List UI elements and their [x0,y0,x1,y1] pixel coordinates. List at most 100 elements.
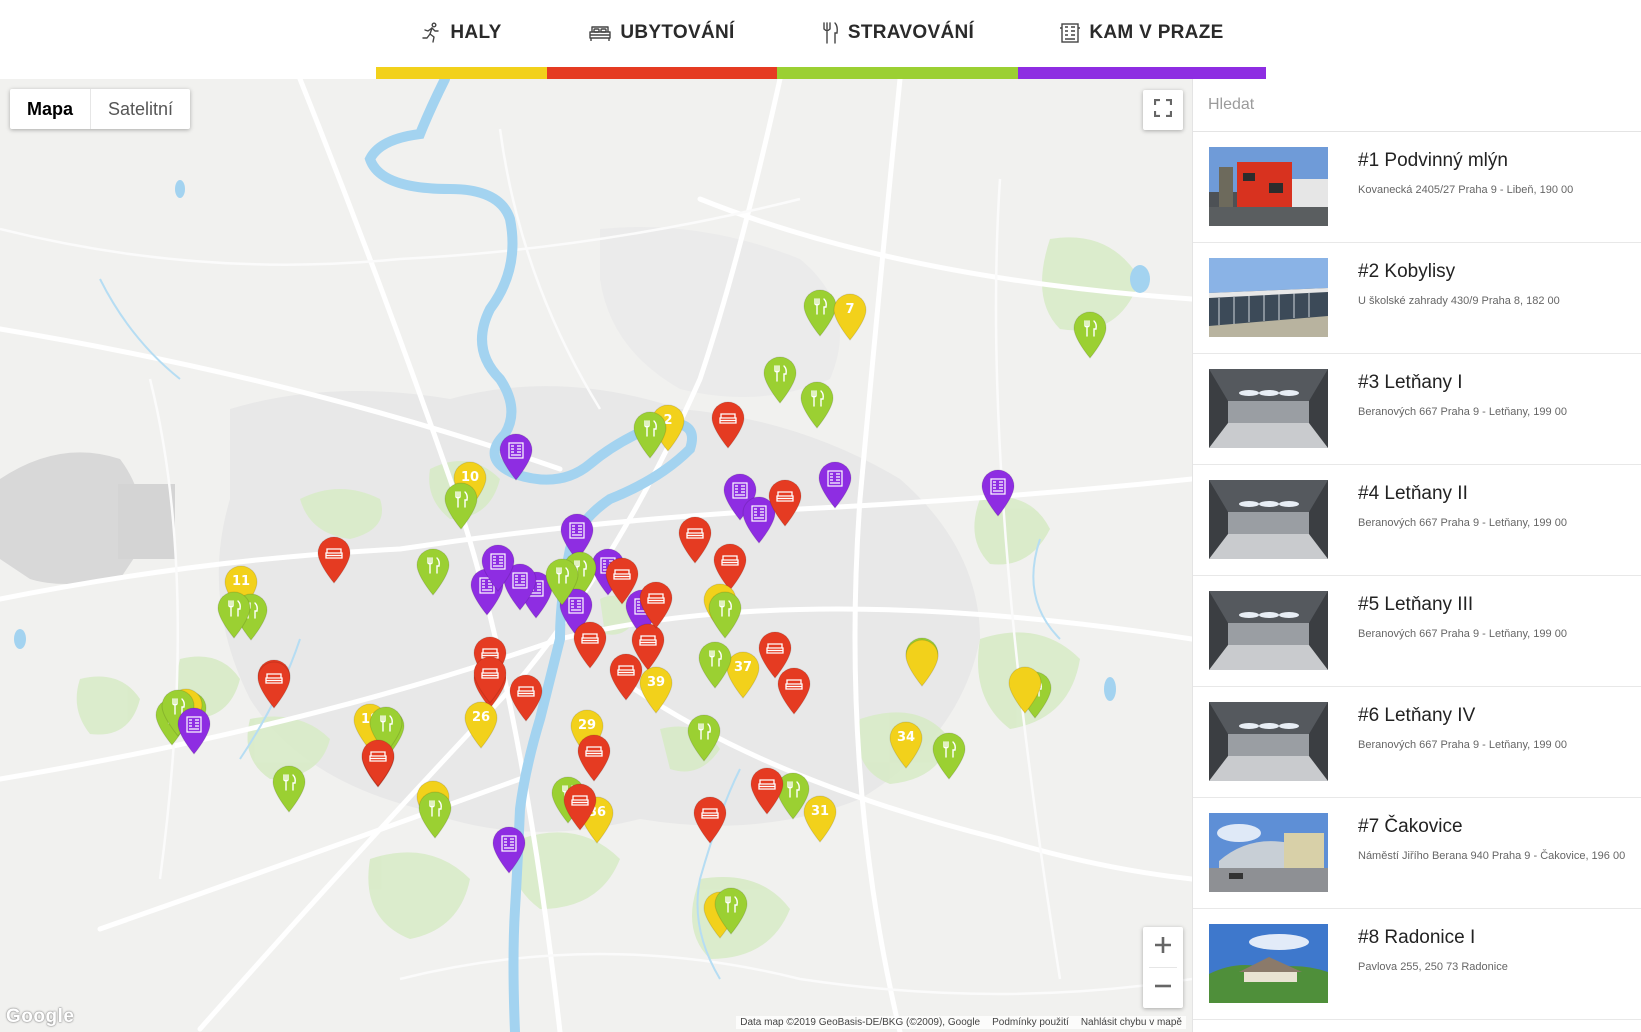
kam-v-praze-pin[interactable] [491,826,527,874]
stravovani-pin[interactable] [931,732,967,780]
bed-icon [589,24,612,42]
ubytovani-pin[interactable] [604,557,640,605]
stravovani-pin[interactable] [799,381,835,429]
hala-pin[interactable]: 7 [832,293,868,341]
hala-pin[interactable]: 26 [463,701,499,749]
minus-icon [1154,977,1172,1000]
tab-kam-label: KAM V PRAZE [1089,22,1224,43]
ubytovani-pin[interactable] [508,674,544,722]
hala-pin[interactable]: 31 [802,795,838,843]
venue-title: #1 Podvinný mlýn [1358,150,1508,171]
map-type-satelitni[interactable]: Satelitní [91,89,190,129]
hala-pin[interactable]: 39 [638,666,674,714]
ubytovani-pin[interactable] [776,667,812,715]
venue-item[interactable]: #6 Letňany IV Beranových 667 Praha 9 - L… [1193,687,1641,798]
venue-title: #2 Kobylisy [1358,261,1456,282]
venue-address: Kovanecká 2405/27 Praha 9 - Libeň, 190 0… [1358,184,1574,196]
stravovani-pin[interactable] [216,591,252,639]
search-input[interactable] [1193,84,1610,126]
venue-item[interactable]: #5 Letňany III Beranových 667 Praha 9 - … [1193,576,1641,687]
fullscreen-icon [1153,98,1173,122]
stravovani-pin[interactable] [762,356,798,404]
ubytovani-pin[interactable] [562,783,598,831]
map[interactable]: 72101139376261829343631 Mapa Satelitní G… [0,79,1192,1032]
venue-address: Beranových 667 Praha 9 - Letňany, 199 00 [1358,739,1567,751]
stravovani-pin[interactable] [632,411,668,459]
ubytovani-pin[interactable] [316,536,352,584]
hala-pin[interactable]: 34 [888,721,924,769]
venue-list: #1 Podvinný mlýn Kovanecká 2405/27 Praha… [1193,132,1641,1020]
zoom-in-button[interactable] [1143,927,1183,967]
tab-kam-v-praze[interactable]: KAM V PRAZE [1018,0,1266,79]
ubytovani-pin[interactable] [360,739,396,787]
stravovani-pin[interactable] [415,548,451,596]
report-error-link[interactable]: Nahlásit chybu v mapě [1081,1017,1182,1028]
ubytovani-pin[interactable] [710,401,746,449]
venue-title: #7 Čakovice [1358,816,1463,837]
zoom-out-button[interactable] [1143,968,1183,1008]
stravovani-pin[interactable] [713,887,749,935]
kam-v-praze-pin[interactable] [480,544,516,592]
fullscreen-button[interactable] [1143,90,1183,130]
fork-knife-icon [821,22,839,44]
category-tabs: HALY UBYTOVÁNÍ STRAVOVÁNÍ KAM V PRAZE [376,0,1266,79]
pin-number: 31 [810,804,830,819]
kam-v-praze-pin[interactable] [980,469,1016,517]
pin-number: 34 [896,730,916,745]
venue-thumbnail [1209,369,1328,448]
kam-v-praze-pin[interactable] [176,707,212,755]
google-logo[interactable]: Google [6,1006,74,1028]
stravovani-pin[interactable] [686,714,722,762]
venue-title: #5 Letňany III [1358,594,1474,615]
ubytovani-pin[interactable] [767,479,803,527]
ubytovani-pin[interactable] [572,621,608,669]
map-type-mapa[interactable]: Mapa [10,89,90,129]
venue-title: #6 Letňany IV [1358,705,1476,726]
venue-thumbnail [1209,702,1328,781]
kam-v-praze-pin[interactable] [498,433,534,481]
stravovani-pin[interactable] [697,641,733,689]
building-icon [1060,22,1081,44]
stravovani-pin[interactable] [1072,311,1108,359]
venue-thumbnail [1209,258,1328,337]
map-type-control: Mapa Satelitní [10,89,191,129]
map-attribution: Data map ©2019 GeoBasis-DE/BKG (©2009), … [736,1016,1186,1029]
tab-haly[interactable]: HALY [376,0,547,79]
tab-stravovani[interactable]: STRAVOVÁNÍ [777,0,1018,79]
pin-number: 7 [845,302,855,317]
venue-item[interactable]: #8 Radonice I Pavlova 255, 250 73 Radoni… [1193,909,1641,1020]
hala-pin[interactable] [1007,666,1043,714]
pin-number: 29 [577,718,597,733]
stravovani-pin[interactable] [544,558,580,606]
tab-ubytovani[interactable]: UBYTOVÁNÍ [547,0,777,79]
kam-v-praze-pin[interactable] [817,461,853,509]
hala-pin[interactable] [904,639,940,687]
venue-item[interactable]: #3 Letňany I Beranových 667 Praha 9 - Le… [1193,354,1641,465]
tab-stravovani-color-bar [777,67,1018,79]
venue-item[interactable]: #2 Kobylisy U školské zahrady 430/9 Prah… [1193,243,1641,354]
venue-thumbnail [1209,591,1328,670]
tab-haly-label: HALY [450,22,502,43]
venue-thumbnail [1209,924,1328,1003]
ubytovani-pin[interactable] [749,767,785,815]
ubytovani-pin[interactable] [692,796,728,844]
ubytovani-pin[interactable] [638,581,674,629]
venue-item[interactable]: #1 Podvinný mlýn Kovanecká 2405/27 Praha… [1193,132,1641,243]
tab-ubytovani-color-bar [547,67,777,79]
ubytovani-pin[interactable] [576,734,612,782]
ubytovani-pin[interactable] [677,516,713,564]
zoom-control [1143,927,1183,1008]
venue-item[interactable]: #7 Čakovice Náměstí Jiřího Berana 940 Pr… [1193,798,1641,909]
ubytovani-pin[interactable] [472,656,508,704]
venue-item[interactable]: #4 Letňany II Beranových 667 Praha 9 - L… [1193,465,1641,576]
ubytovani-pin[interactable] [256,661,292,709]
stravovani-pin[interactable] [443,482,479,530]
venue-address: Náměstí Jiřího Berana 940 Praha 9 - Čako… [1358,850,1626,862]
stravovani-pin[interactable] [417,791,453,839]
pin-number: 11 [231,574,251,589]
stravovani-pin[interactable] [707,591,743,639]
venue-thumbnail [1209,147,1328,226]
terms-link[interactable]: Podmínky použití [992,1017,1069,1028]
venue-sidebar: #1 Podvinný mlýn Kovanecká 2405/27 Praha… [1192,79,1641,1032]
stravovani-pin[interactable] [271,765,307,813]
